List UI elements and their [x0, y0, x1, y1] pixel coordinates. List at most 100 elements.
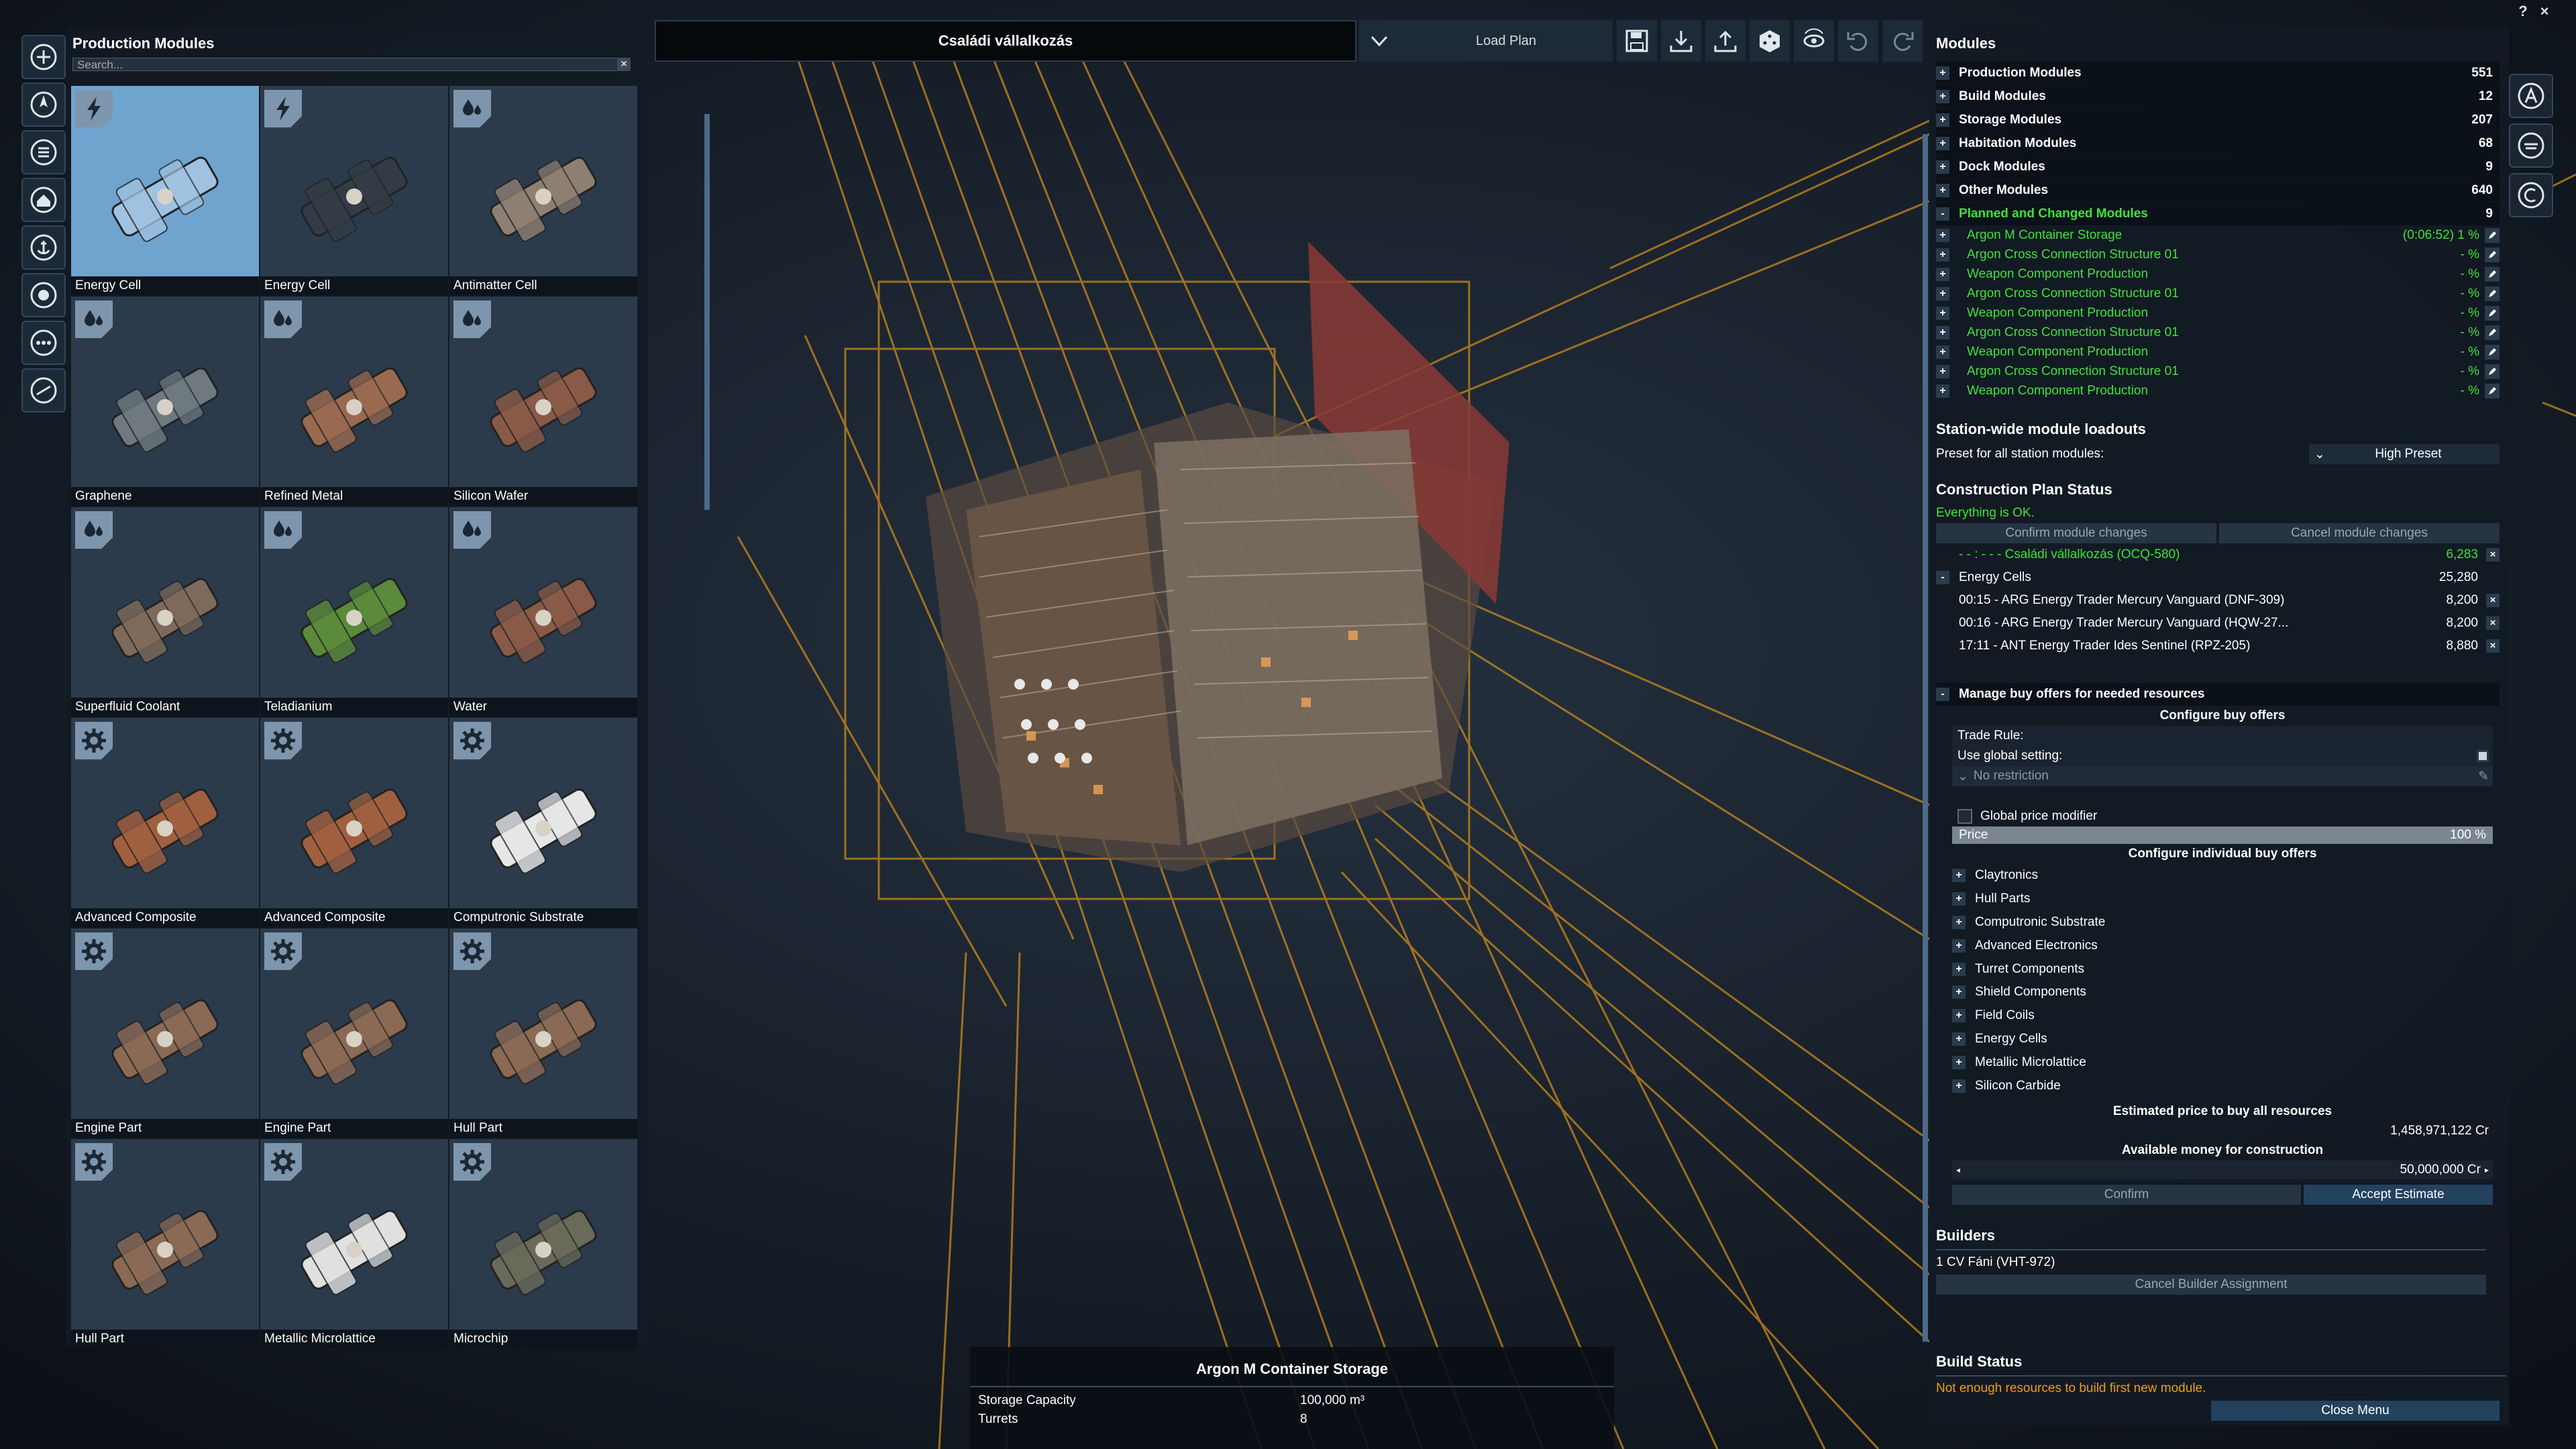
- menu-button[interactable]: [21, 35, 66, 79]
- expand-button[interactable]: +: [1952, 985, 1966, 1000]
- planned-module-row[interactable]: + Weapon Component Production - %: [1936, 342, 2500, 362]
- close-icon[interactable]: ×: [2536, 3, 2553, 20]
- module-category-row[interactable]: + Habitation Modules 68: [1936, 132, 2500, 155]
- module-tile[interactable]: Teladianium: [260, 507, 448, 716]
- module-tile[interactable]: Metallic Microlattice: [260, 1139, 448, 1348]
- trade-rule-dropdown[interactable]: ⌄ No restriction ✎: [1952, 766, 2493, 786]
- resource-row[interactable]: + Hull Parts: [1952, 888, 2493, 911]
- module-tile[interactable]: Silicon Wafer: [449, 297, 637, 506]
- remove-button[interactable]: ×: [2486, 548, 2500, 561]
- close-menu-button[interactable]: Close Menu: [2211, 1401, 2500, 1421]
- module-tile[interactable]: Energy Cell: [260, 86, 448, 295]
- collapse-button[interactable]: -: [1936, 571, 1949, 584]
- expand-button[interactable]: +: [1936, 325, 1949, 339]
- expand-button[interactable]: +: [1952, 962, 1966, 976]
- expand-button[interactable]: +: [1936, 345, 1949, 359]
- edit-icon[interactable]: [2485, 286, 2500, 301]
- credits-button[interactable]: [2509, 173, 2553, 217]
- expand-button[interactable]: +: [1952, 892, 1966, 906]
- edit-icon[interactable]: [2485, 247, 2500, 262]
- map-button[interactable]: [21, 83, 66, 127]
- resource-row[interactable]: + Advanced Electronics: [1952, 934, 2493, 957]
- expand-button[interactable]: +: [1936, 66, 1949, 80]
- factions-button[interactable]: [21, 273, 66, 317]
- planned-module-row[interactable]: + Weapon Component Production - %: [1936, 264, 2500, 284]
- module-tile[interactable]: Engine Part: [71, 928, 259, 1138]
- expand-button[interactable]: +: [1952, 915, 1966, 929]
- import-button[interactable]: [1661, 20, 1701, 62]
- planned-module-row[interactable]: + Argon Cross Connection Structure 01 - %: [1936, 362, 2500, 381]
- resource-row[interactable]: + Silicon Carbide: [1952, 1074, 2493, 1097]
- accept-estimate-button[interactable]: Accept Estimate: [2304, 1184, 2493, 1205]
- available-money-slider[interactable]: ◂ 50,000,000 Cr ▸: [1952, 1160, 2493, 1179]
- expand-button[interactable]: +: [1936, 248, 1949, 262]
- edit-icon[interactable]: [2485, 325, 2500, 340]
- expand-button[interactable]: +: [1936, 90, 1949, 103]
- module-tile[interactable]: Antimatter Cell: [449, 86, 637, 295]
- randomize-button[interactable]: [1750, 20, 1790, 62]
- expand-button[interactable]: +: [1952, 1055, 1966, 1069]
- edit-icon[interactable]: [2485, 364, 2500, 379]
- module-category-row[interactable]: + Build Modules 12: [1936, 85, 2500, 108]
- more-button[interactable]: [21, 321, 66, 365]
- module-tile[interactable]: Graphene: [71, 297, 259, 506]
- resource-row[interactable]: + Field Coils: [1952, 1004, 2493, 1028]
- expand-button[interactable]: +: [1936, 113, 1949, 127]
- expand-button[interactable]: +: [1936, 184, 1949, 197]
- cancel-trade-button[interactable]: ×: [2486, 616, 2500, 630]
- preset-dropdown[interactable]: ⌄ High Preset: [2309, 444, 2500, 464]
- expand-button[interactable]: +: [1936, 286, 1949, 301]
- edit-icon[interactable]: [2485, 383, 2500, 398]
- expand-button[interactable]: +: [1952, 1032, 1966, 1046]
- module-tile[interactable]: Refined Metal: [260, 297, 448, 506]
- module-category-row[interactable]: + Storage Modules 207: [1936, 109, 2500, 131]
- cancel-trade-button[interactable]: ×: [2486, 639, 2500, 653]
- search-input[interactable]: Search...: [72, 58, 628, 71]
- module-grid-scrollbar[interactable]: [704, 114, 710, 510]
- collapse-button[interactable]: -: [1936, 688, 1949, 701]
- database-button[interactable]: [21, 130, 66, 174]
- clear-search-button[interactable]: ×: [617, 58, 631, 71]
- price-slider[interactable]: Price 100 %: [1952, 826, 2493, 844]
- edit-icon[interactable]: ✎: [2478, 769, 2489, 784]
- module-tile[interactable]: Microchip: [449, 1139, 637, 1348]
- edit-icon[interactable]: [2485, 344, 2500, 360]
- module-tile[interactable]: Hull Part: [449, 928, 637, 1138]
- export-button[interactable]: [1705, 20, 1746, 62]
- module-tile[interactable]: Advanced Composite: [260, 718, 448, 927]
- expand-button[interactable]: +: [1936, 384, 1949, 398]
- connections-button[interactable]: [2509, 123, 2553, 168]
- module-tile[interactable]: Engine Part: [260, 928, 448, 1138]
- expand-button[interactable]: +: [1952, 938, 1966, 953]
- planned-module-row[interactable]: + Argon Cross Connection Structure 01 - %: [1936, 284, 2500, 303]
- cancel-builder-button[interactable]: Cancel Builder Assignment: [1936, 1275, 2486, 1295]
- cancel-trade-button[interactable]: ×: [2486, 594, 2500, 607]
- expand-button[interactable]: +: [1936, 306, 1949, 320]
- resource-row[interactable]: + Claytronics: [1952, 864, 2493, 888]
- redo-button[interactable]: [1882, 20, 1923, 62]
- home-button[interactable]: [21, 178, 66, 222]
- edit-icon[interactable]: [2485, 266, 2500, 282]
- module-tile[interactable]: Water: [449, 507, 637, 716]
- use-global-checkbox[interactable]: [2477, 750, 2489, 762]
- expand-button[interactable]: +: [1952, 869, 1966, 883]
- module-tile[interactable]: Advanced Composite: [71, 718, 259, 927]
- resource-row[interactable]: + Computronic Substrate: [1952, 911, 2493, 934]
- expand-button[interactable]: +: [1952, 1009, 1966, 1023]
- cancel-module-changes-button[interactable]: Cancel module changes: [2219, 523, 2500, 543]
- save-button[interactable]: [1617, 20, 1657, 62]
- module-tile[interactable]: Computronic Substrate: [449, 718, 637, 927]
- expand-button[interactable]: +: [1952, 1079, 1966, 1093]
- global-price-checkbox[interactable]: [1957, 809, 1972, 824]
- resource-row[interactable]: + Metallic Microlattice: [1952, 1051, 2493, 1074]
- module-category-row[interactable]: + Dock Modules 9: [1936, 156, 2500, 178]
- module-tile[interactable]: Energy Cell: [71, 86, 259, 295]
- planned-modules-row[interactable]: - Planned and Changed Modules 9: [1936, 203, 2500, 225]
- expand-button[interactable]: +: [1936, 137, 1949, 150]
- planned-module-row[interactable]: + Weapon Component Production - %: [1936, 381, 2500, 400]
- expand-button[interactable]: +: [1936, 160, 1949, 174]
- settings-button[interactable]: [21, 368, 66, 413]
- dock-button[interactable]: [21, 225, 66, 270]
- resource-row[interactable]: + Turret Components: [1952, 957, 2493, 981]
- load-plan-dropdown[interactable]: Load Plan: [1359, 20, 1613, 62]
